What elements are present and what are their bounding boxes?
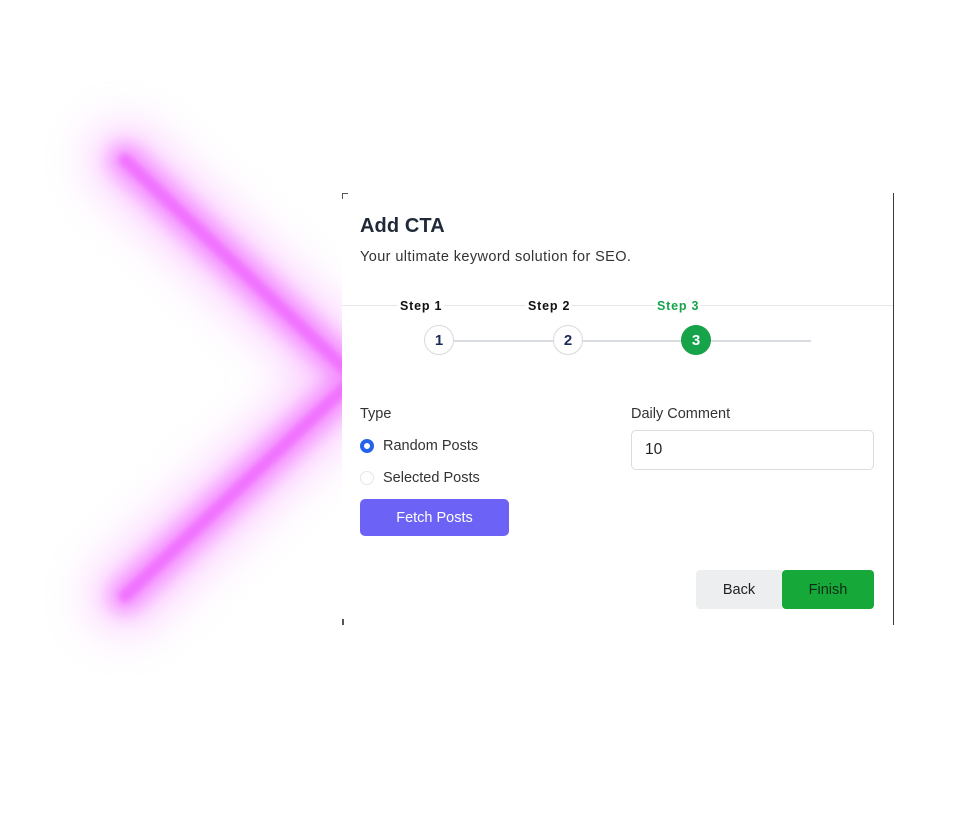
step-1-indicator[interactable]: 1: [424, 325, 454, 355]
radio-random-posts[interactable]: Random Posts: [360, 438, 478, 454]
daily-comment-label: Daily Comment: [631, 406, 731, 422]
modal-corner: [342, 619, 344, 625]
modal-subtitle: Your ultimate keyword solution for SEO.: [360, 249, 632, 265]
daily-comment-input[interactable]: 10: [631, 430, 874, 470]
fetch-posts-button[interactable]: Fetch Posts: [360, 499, 509, 536]
radio-selected-posts[interactable]: Selected Posts: [360, 470, 480, 486]
step-3-indicator[interactable]: 3: [681, 325, 711, 355]
modal-border: [892, 193, 894, 625]
step-1-label: Step 1: [398, 299, 445, 313]
step-2-label: Step 2: [526, 299, 573, 313]
step-3-label: Step 3: [655, 299, 702, 313]
radio-random-posts-label: Random Posts: [383, 438, 479, 454]
finish-button[interactable]: Finish: [782, 570, 874, 609]
step-2-indicator[interactable]: 2: [553, 325, 583, 355]
stepper-track: [439, 340, 811, 342]
radio-unchecked-icon[interactable]: [360, 471, 374, 485]
add-cta-modal: Add CTA Your ultimate keyword solution f…: [342, 193, 894, 625]
radio-selected-posts-label: Selected Posts: [383, 470, 480, 486]
radio-checked-icon[interactable]: [360, 439, 374, 453]
type-label: Type: [360, 406, 392, 422]
modal-title: Add CTA: [360, 215, 445, 237]
screen: Add CTA Your ultimate keyword solution f…: [0, 0, 966, 817]
back-button[interactable]: Back: [696, 570, 782, 609]
